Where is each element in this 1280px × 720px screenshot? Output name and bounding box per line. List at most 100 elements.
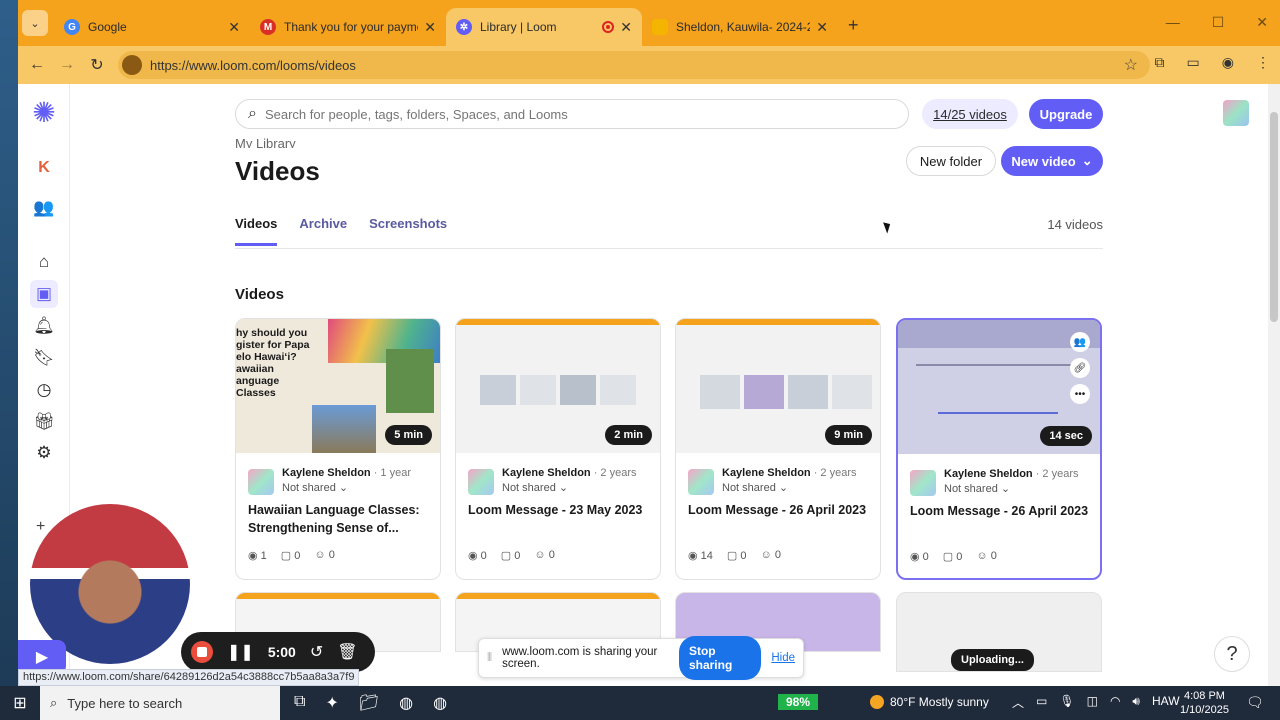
cast-icon[interactable]: ▭ <box>1187 54 1200 71</box>
video-card[interactable]: 9 min Kaylene Sheldon · 2 years Not shar… <box>675 318 881 580</box>
video-card[interactable]: 👥 🔗︎ ••• 14 sec Kaylene Sheldon · 2 year… <box>896 318 1102 580</box>
bookmark-icon[interactable]: 🔖︎ <box>30 344 58 372</box>
wifi-icon[interactable]: ◠ <box>1110 694 1120 711</box>
comments-count: 0 <box>740 550 747 562</box>
uploading-card[interactable]: Uploading... <box>896 592 1102 672</box>
chrome-icon[interactable]: ◍ <box>399 693 413 713</box>
video-title[interactable]: Hawaiian Language Classes: Strengthening… <box>248 501 433 537</box>
video-quota-link[interactable]: 14/25 videos <box>922 99 1018 129</box>
tab-search-icon[interactable]: ⌄ <box>22 10 48 36</box>
video-card[interactable]: hy should you gister for Papa elo Hawaiʻ… <box>235 318 441 580</box>
reactions-count: 0 <box>990 550 997 562</box>
menu-kebab-icon[interactable]: ⋮ <box>1256 54 1270 71</box>
tab-videos[interactable]: Videos <box>235 216 278 246</box>
forward-icon[interactable]: → <box>52 56 82 74</box>
pause-icon[interactable]: ❚❚ <box>227 642 254 662</box>
search-box[interactable]: ⌕ <box>235 99 909 129</box>
stop-sharing-button[interactable]: Stop sharing <box>678 636 762 680</box>
close-icon[interactable]: ✕ <box>424 19 436 36</box>
share-status-dropdown[interactable]: Not shared ⌄ <box>722 481 788 494</box>
video-title[interactable]: Loom Message - 26 April 2023 <box>910 502 1095 520</box>
bookmark-star-icon[interactable]: ☆ <box>1124 55 1138 75</box>
reload-icon[interactable]: ↻ <box>82 55 112 75</box>
chevron-down-icon: ⌄ <box>558 482 569 494</box>
video-title[interactable]: Loom Message - 23 May 2023 <box>468 501 653 519</box>
settings-gear-icon[interactable]: ⚙ <box>30 439 58 467</box>
tab-gmail[interactable]: M Thank you for your payment - I ✕ <box>250 8 446 46</box>
upgrade-button[interactable]: Upgrade <box>1029 99 1103 129</box>
home-icon[interactable]: ⌂ <box>30 248 58 276</box>
help-icon[interactable]: ? <box>1214 636 1250 672</box>
drag-handle-icon[interactable]: ⦀ <box>487 652 492 665</box>
library-icon[interactable]: ▣ <box>30 280 58 308</box>
network-icon[interactable]: ◫ <box>1087 694 1098 711</box>
taskbar-search[interactable]: ⌕ Type here to search <box>40 686 280 720</box>
language-indicator[interactable]: HAW <box>1152 694 1180 711</box>
new-tab-icon[interactable]: + <box>848 15 859 36</box>
chrome-active-icon[interactable]: ◍ <box>433 693 447 713</box>
tab-slides[interactable]: Sheldon, Kauwila- 2024-2025| S ✕ <box>642 8 838 46</box>
profile-icon[interactable]: ◉ <box>1222 54 1234 71</box>
new-video-button[interactable]: New video ⌄ <box>1001 146 1103 176</box>
history-clock-icon[interactable]: ◷ <box>30 376 58 404</box>
video-card[interactable]: 2 min Kaylene Sheldon · 2 years Not shar… <box>455 318 661 580</box>
hide-link[interactable]: Hide <box>771 652 795 664</box>
site-info-icon[interactable] <box>122 55 142 75</box>
breadcrumb[interactable]: My Library <box>235 136 296 148</box>
gmail-icon: M <box>260 19 276 35</box>
copilot-icon[interactable]: ✦ <box>325 693 338 713</box>
search-input[interactable] <box>264 106 908 122</box>
add-icon[interactable]: + <box>36 518 45 536</box>
maximize-icon[interactable]: ☐ <box>1212 14 1225 31</box>
delete-trash-icon[interactable]: 🗑︎ <box>337 642 357 662</box>
share-people-icon[interactable]: 👥 <box>1070 332 1090 352</box>
page-scrollbar[interactable] <box>1268 84 1280 686</box>
close-icon[interactable]: ✕ <box>816 19 828 36</box>
video-thumbnail[interactable]: 2 min <box>456 319 660 453</box>
tab-archive[interactable]: Archive <box>299 216 347 246</box>
windows-start-icon[interactable]: ⊞ <box>0 693 40 713</box>
restart-icon[interactable]: ↺ <box>310 642 323 662</box>
gift-icon[interactable]: 🎁︎ <box>30 408 58 436</box>
task-view-icon[interactable]: ⧉ <box>294 693 305 713</box>
workspace-avatar[interactable]: K <box>30 154 58 182</box>
more-options-icon[interactable]: ••• <box>1070 384 1090 404</box>
loom-logo-icon[interactable]: ✺ <box>30 97 58 128</box>
user-avatar[interactable] <box>1223 100 1249 126</box>
tab-loom-library[interactable]: ✲ Library | Loom ✕ <box>446 8 642 46</box>
video-title[interactable]: Loom Message - 26 April 2023 <box>688 501 873 519</box>
extensions-icon[interactable]: ⧉ <box>1155 54 1165 71</box>
back-icon[interactable]: ← <box>22 56 52 74</box>
close-window-icon[interactable]: ✕ <box>1256 14 1268 31</box>
video-thumbnail[interactable]: 9 min <box>676 319 880 453</box>
tab-google[interactable]: G Google ✕ <box>54 8 250 46</box>
chevron-down-icon: ⌄ <box>1081 153 1093 168</box>
scrollbar-thumb[interactable] <box>1270 112 1278 322</box>
video-thumbnail[interactable]: 👥 🔗︎ ••• 14 sec <box>898 320 1100 454</box>
reaction-smiley-icon: ☺ <box>534 549 546 561</box>
tray-chevron-icon[interactable]: ︿ <box>1012 694 1024 711</box>
taskbar-clock[interactable]: 4:08 PM 1/10/2025 <box>1180 689 1229 717</box>
address-bar[interactable]: https://www.loom.com/looms/videos ☆ <box>118 51 1150 79</box>
notifications-bell-icon[interactable]: 🔔︎ <box>30 312 58 340</box>
mic-icon[interactable]: 🎙︎ <box>1059 694 1074 711</box>
chevron-down-icon: ⌄ <box>338 482 349 494</box>
stop-recording-icon[interactable] <box>191 641 213 663</box>
share-status-dropdown[interactable]: Not shared ⌄ <box>502 481 568 494</box>
close-icon[interactable]: ✕ <box>620 19 632 36</box>
copy-link-icon[interactable]: 🔗︎ <box>1070 358 1090 378</box>
close-icon[interactable]: ✕ <box>228 19 240 36</box>
share-status-dropdown[interactable]: Not shared ⌄ <box>944 482 1010 495</box>
people-icon[interactable]: 👥 <box>30 194 58 222</box>
reaction-smiley-icon: ☺ <box>760 549 772 561</box>
video-thumbnail[interactable]: hy should you gister for Papa elo Hawaiʻ… <box>236 319 440 453</box>
camera-tray-icon[interactable]: ▭ <box>1036 694 1047 711</box>
volume-icon[interactable]: 🔊︎ <box>1132 694 1140 711</box>
share-status-dropdown[interactable]: Not shared ⌄ <box>282 481 348 494</box>
tab-screenshots[interactable]: Screenshots <box>369 216 447 246</box>
weather-widget[interactable]: 80°F Mostly sunny <box>870 695 989 709</box>
notifications-icon[interactable]: 🗨︎ <box>1246 694 1264 711</box>
file-explorer-icon[interactable]: 📁︎ <box>359 693 379 713</box>
minimize-icon[interactable]: — <box>1166 14 1180 31</box>
new-folder-button[interactable]: New folder <box>906 146 996 176</box>
